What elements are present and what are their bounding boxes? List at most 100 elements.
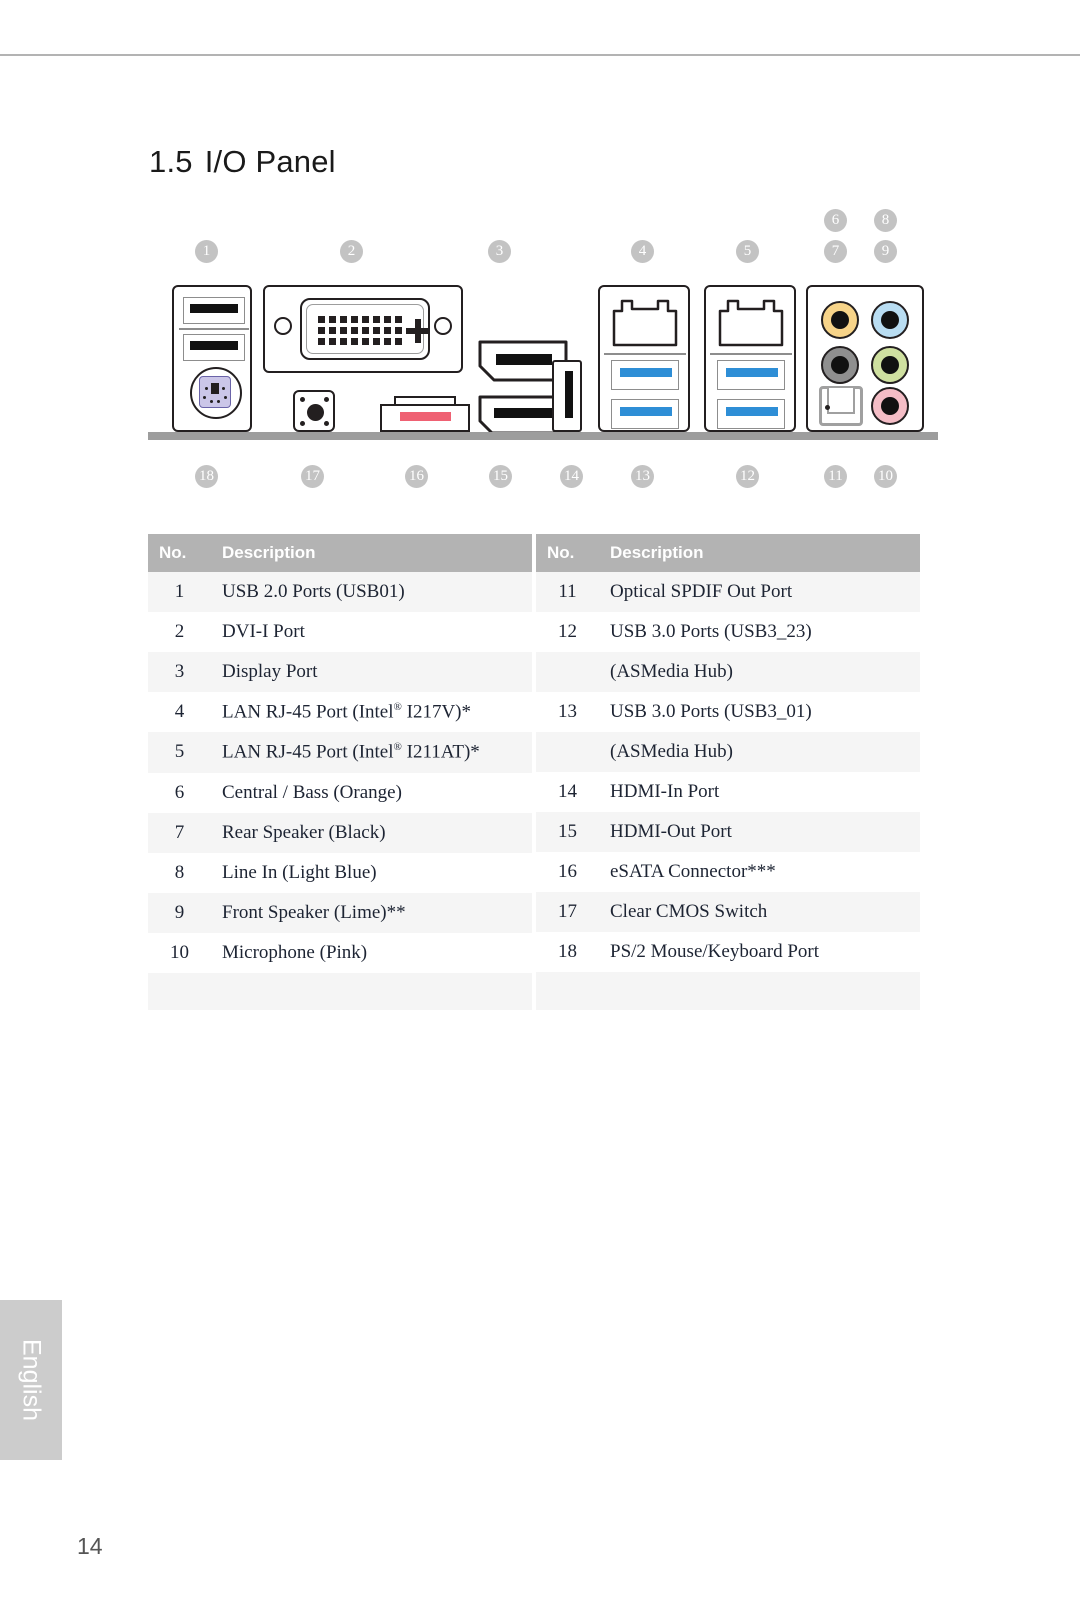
table-header-row: No. Description (148, 534, 532, 572)
lan-stack-divider (710, 353, 792, 355)
table-cell-description: (ASMedia Hub) (610, 661, 733, 683)
table-cell-no: 18 (558, 941, 577, 963)
ps2-pin (203, 396, 206, 399)
table-row: 5 LAN RJ-45 Port (Intel® I211AT)* (148, 732, 532, 773)
table-row: 15 HDMI-Out Port (536, 812, 920, 853)
table-row: 6 Central / Bass (Orange) (148, 772, 532, 813)
usb-stack-divider (179, 328, 249, 330)
callout-top-8: 8 (874, 209, 897, 232)
callout-bottom-14: 14 (560, 465, 583, 488)
ps2-pin (217, 400, 220, 403)
usb-3-0-slot-lower-2 (717, 399, 785, 429)
page-header-rule (0, 54, 1080, 56)
table-cell-no (148, 973, 211, 1010)
dvi-pin (395, 327, 402, 334)
ps2-pin (205, 387, 208, 390)
table-row: (ASMedia Hub) (536, 652, 920, 693)
table-row: 11 Optical SPDIF Out Port (536, 572, 920, 613)
dvi-pin (318, 327, 325, 334)
table-cell-description: eSATA Connector*** (610, 861, 776, 883)
table-row: 13 USB 3.0 Ports (USB3_01) (536, 692, 920, 733)
table-cell-no (536, 972, 599, 1009)
table-row: 18 PS/2 Mouse/Keyboard Port (536, 932, 920, 973)
table-cell-no (536, 652, 599, 692)
ps2-pin (222, 387, 225, 390)
column-header-no: No. (536, 534, 599, 572)
ps2-mouse-keyboard-port (190, 367, 242, 419)
table-cell-description (599, 972, 920, 1009)
table-cell-description: Optical SPDIF Out Port (610, 581, 793, 603)
callout-bottom-17: 17 (301, 465, 324, 488)
io-panel-diagram: 1 2 3 4 5 6 7 8 9 18 17 16 15 14 13 12 1… (148, 200, 938, 500)
table-cell-description: DVI-I Port (222, 621, 305, 642)
section-title: I/O Panel (204, 144, 336, 179)
table-cell-description: LAN RJ-45 Port (Intel® I217V)* (222, 701, 472, 723)
table-row (536, 1009, 920, 1047)
callout-bottom-10: 10 (874, 465, 897, 488)
dvi-screw-hole-left (274, 317, 292, 335)
spdif-indicator-dot (825, 405, 830, 410)
dvi-pin (384, 316, 391, 323)
callout-bottom-16: 16 (405, 465, 428, 488)
dvi-pin (329, 338, 336, 345)
io-port-tables: No. Description 1 USB 2.0 Ports (USB01) 2 D… (148, 534, 932, 1047)
dvi-pin (395, 338, 402, 345)
front-speaker-jack (871, 346, 909, 384)
table-cell-no (536, 1010, 599, 1047)
lan-rj45-port-2 (718, 297, 784, 347)
usb-3-0-slot-upper-1 (611, 360, 679, 390)
table-row: 1 USB 2.0 Ports (USB01) (148, 572, 532, 612)
lan-usb3-stack-1 (598, 285, 690, 432)
central-bass-jack (821, 301, 859, 339)
table-row: 8 Line In (Light Blue) (148, 852, 532, 893)
table-row (148, 972, 532, 1010)
io-table-left: No. Description 1 USB 2.0 Ports (USB01) 2 D… (148, 534, 532, 1047)
usb-3-0-slot-upper-2 (717, 360, 785, 390)
section-number: 1.5 (149, 144, 193, 179)
microphone-jack (871, 387, 909, 425)
table-row: 4 LAN RJ-45 Port (Intel® I217V)* (148, 692, 532, 733)
table-cell-no: 6 (174, 781, 185, 803)
table-row: 12 USB 3.0 Ports (USB3_23) (536, 612, 920, 653)
optical-spdif-out-port (819, 386, 863, 426)
dvi-pin (362, 338, 369, 345)
dvi-pin (329, 327, 336, 334)
table-cell-no: 3 (174, 661, 185, 682)
callout-bottom-18: 18 (195, 465, 218, 488)
dvi-pin (340, 327, 347, 334)
dvi-pin (340, 338, 347, 345)
callout-top-4: 4 (631, 240, 654, 263)
cmos-solder-dot (300, 421, 305, 426)
table-cell-description: Microphone (Pink) (222, 941, 368, 963)
table-cell-no (536, 732, 599, 772)
table-body-left: 1 USB 2.0 Ports (USB01) 2 DVI-I Port 3 Displa… (148, 572, 532, 1047)
table-cell-description (211, 1010, 532, 1047)
table-cell-no: 11 (558, 581, 577, 603)
table-row: 16 eSATA Connector*** (536, 852, 920, 893)
callout-top-7: 7 (824, 240, 847, 263)
table-cell-description (211, 973, 532, 1010)
table-row: 3 Display Port (148, 652, 532, 692)
rear-speaker-jack (821, 346, 859, 384)
ps2-pin (224, 396, 227, 399)
callout-bottom-13: 13 (631, 465, 654, 488)
table-cell-description: USB 3.0 Ports (USB3_01) (610, 701, 812, 723)
table-cell-description: Rear Speaker (Black) (222, 821, 386, 843)
column-header-description: Description (599, 534, 920, 572)
dvi-pin (373, 338, 380, 345)
language-tab-english: English (0, 1300, 62, 1460)
cmos-solder-dot (324, 397, 329, 402)
table-cell-description (599, 1010, 920, 1047)
callout-bottom-15: 15 (489, 465, 512, 488)
cmos-button (307, 404, 324, 421)
ps2-pin (210, 400, 213, 403)
callout-top-2: 2 (340, 240, 363, 263)
cmos-solder-dot (324, 421, 329, 426)
dvi-pin (395, 316, 402, 323)
dvi-pin (373, 316, 380, 323)
ps2-key-slot (211, 383, 219, 394)
table-body-right: 11 Optical SPDIF Out Port 12 USB 3.0 Ports … (536, 572, 920, 1047)
table-cell-no: 9 (174, 901, 185, 923)
table-cell-no: 15 (558, 821, 577, 843)
dvi-pin (318, 338, 325, 345)
